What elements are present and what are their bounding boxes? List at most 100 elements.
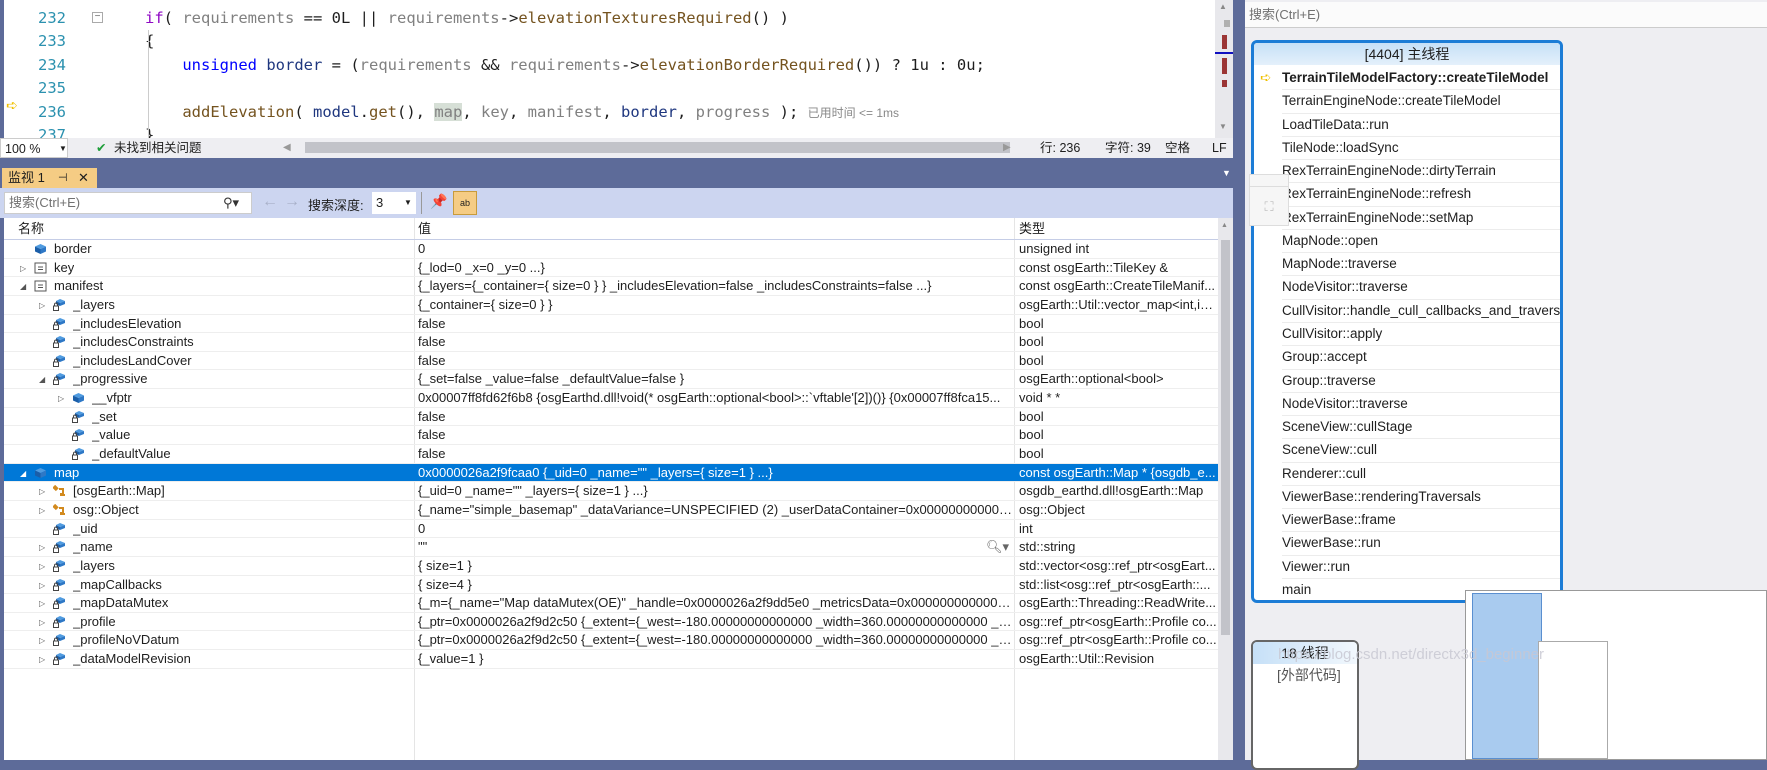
fit-view-icon[interactable]: ⛶ — [1249, 186, 1289, 226]
search-icon[interactable]: ⚲▾ — [223, 193, 239, 213]
code-line[interactable]: 231 — [0, 0, 1215, 6]
forward-arrow-icon[interactable]: → — [284, 193, 300, 211]
expand-arrow-icon[interactable]: ▷ — [39, 651, 45, 669]
watch-row[interactable]: ▷ _layers {_container={ size=0 } } osgEarth… — [4, 296, 1218, 315]
row-value[interactable]: {_set=false _value=false _defaultValue=f… — [418, 370, 1014, 388]
stack-frame[interactable]: RexTerrainEngineNode::dirtyTerrain — [1282, 160, 1560, 184]
eol-indicator[interactable]: LF — [1212, 138, 1227, 158]
pin-filter-icon[interactable]: 📌 — [430, 193, 447, 210]
back-arrow-icon[interactable]: ← — [262, 193, 278, 211]
row-value[interactable]: {_lod=0 _x=0 _y=0 ...} — [418, 259, 1014, 277]
text-visualizer-icon[interactable]: 🔍︎▾ — [986, 538, 1009, 556]
row-value[interactable]: {_container={ size=0 } } — [418, 296, 1014, 314]
close-icon[interactable]: ✕ — [78, 168, 89, 188]
collapse-arrow-icon[interactable]: ◢ — [20, 278, 26, 296]
stack-frame[interactable]: Group::accept — [1282, 346, 1560, 370]
row-name[interactable]: _includesLandCover — [73, 352, 192, 370]
watch-row[interactable]: _defaultValue false bool — [4, 445, 1218, 464]
stack-frame[interactable]: Viewer::run — [1282, 556, 1560, 579]
zoom-dropdown[interactable]: 100 % ▼ — [0, 138, 68, 158]
line-indicator[interactable]: 行: 236 — [1040, 138, 1080, 158]
row-name[interactable]: _includesConstraints — [73, 333, 194, 351]
row-name[interactable]: _includesElevation — [73, 315, 181, 333]
minimap-thumbnail[interactable] — [1465, 590, 1767, 760]
watch-row[interactable]: _includesElevation false bool — [4, 315, 1218, 334]
row-name[interactable]: _defaultValue — [92, 445, 171, 463]
indent-indicator[interactable]: 空格 — [1165, 138, 1190, 158]
row-name[interactable]: _progressive — [73, 370, 147, 388]
row-value[interactable]: false — [418, 352, 1014, 370]
stack-frame[interactable]: Group::traverse — [1282, 370, 1560, 393]
watch-vertical-scrollbar[interactable]: ▲ — [1218, 218, 1233, 760]
scrollbar-thumb[interactable] — [1221, 240, 1230, 635]
code-line[interactable]: 232 if( requirements == 0L || requirement… — [0, 7, 1215, 30]
row-value[interactable]: 0x0000026a2f9fcaa0 {_uid=0 _name="" _lay… — [418, 464, 1014, 482]
row-name[interactable]: _profileNoVDatum — [73, 631, 179, 649]
row-name[interactable]: __vfptr — [92, 389, 132, 407]
stacks-search-input[interactable]: 搜索(Ctrl+E) — [1245, 2, 1767, 28]
watch-row[interactable]: ▷ key {_lod=0 _x=0 _y=0 ...} const osgEarth… — [4, 259, 1218, 278]
row-value[interactable]: false — [418, 408, 1014, 426]
stack-frame[interactable]: ViewerBase::renderingTraversals — [1282, 486, 1560, 510]
row-name[interactable]: _mapDataMutex — [73, 594, 168, 612]
panel-divider[interactable] — [1233, 0, 1245, 760]
row-value[interactable]: {_name="simple_basemap" _dataVariance=UN… — [418, 501, 1014, 519]
row-name[interactable]: [osgEarth::Map] — [73, 482, 165, 500]
watch-row[interactable]: ▷ _dataModelRevision {_value=1 } osgEarth::… — [4, 650, 1218, 669]
stack-frame[interactable]: MapNode::traverse — [1282, 253, 1560, 277]
stack-frame[interactable]: SceneView::cull — [1282, 439, 1560, 463]
watch-row[interactable]: ▷ _name "" 🔍︎▾ std::string — [4, 538, 1218, 557]
stack-frame[interactable]: TileNode::loadSync — [1282, 137, 1560, 161]
row-name[interactable]: _mapCallbacks — [73, 576, 162, 594]
watch-row[interactable]: _set false bool — [4, 408, 1218, 427]
stack-frame[interactable]: RexTerrainEngineNode::setMap — [1282, 207, 1560, 230]
expand-arrow-icon[interactable]: ▷ — [39, 502, 45, 520]
expand-arrow-icon[interactable]: ▷ — [39, 614, 45, 632]
row-value[interactable]: {_uid=0 _name="" _layers={ size=1 } ...} — [418, 482, 1014, 500]
watch-row[interactable]: ▷ __vfptr 0x00007ff8fd62f6b8 {osgEarthd.dl… — [4, 389, 1218, 408]
thread-stack-box[interactable]: [4404] 主线程 ➪ TerrainTileModelFactory::cre… — [1251, 40, 1563, 603]
search-depth-dropdown[interactable]: 3 ▼ — [372, 192, 416, 214]
column-header-name[interactable]: 名称 — [18, 218, 44, 240]
hex-display-toggle-icon[interactable]: ab — [453, 191, 477, 215]
stack-frame[interactable]: NodeVisitor::traverse — [1282, 393, 1560, 417]
row-value[interactable]: 0x00007ff8fd62f6b8 {osgEarthd.dll!void(*… — [418, 389, 1014, 407]
column-header-type[interactable]: 类型 — [1019, 218, 1045, 240]
tab-watch-1[interactable]: 监视 1 ⊣ ✕ — [2, 168, 97, 188]
scroll-right-icon[interactable]: ▶ — [1003, 138, 1011, 158]
char-indicator[interactable]: 字符: 39 — [1105, 138, 1151, 158]
stack-frame[interactable]: RexTerrainEngineNode::refresh — [1282, 183, 1560, 207]
expand-arrow-icon[interactable]: ▷ — [58, 390, 64, 408]
row-value[interactable]: { size=4 } — [418, 576, 1014, 594]
row-value[interactable]: {_layers={_container={ size=0 } } _inclu… — [418, 277, 1014, 295]
row-value[interactable]: {_ptr=0x0000026a2f9d2c50 {_extent={_west… — [418, 631, 1014, 649]
expand-arrow-icon[interactable]: ▷ — [39, 595, 45, 613]
watch-row[interactable]: ▷ _profile {_ptr=0x0000026a2f9d2c50 {_exte… — [4, 613, 1218, 632]
expand-arrow-icon[interactable]: ▷ — [39, 483, 45, 501]
row-value[interactable]: "" — [418, 538, 1014, 556]
row-name[interactable]: _set — [92, 408, 117, 426]
editor-horizontal-scrollbar[interactable] — [305, 142, 1010, 153]
row-name[interactable]: _layers — [73, 296, 115, 314]
stack-frame[interactable]: TerrainEngineNode::createTileModel — [1282, 90, 1560, 114]
watch-row[interactable]: ◢ manifest {_layers={_container={ size=0 }… — [4, 277, 1218, 296]
row-name[interactable]: _layers — [73, 557, 115, 575]
watch-row[interactable]: _includesConstraints false bool — [4, 333, 1218, 352]
stack-frame[interactable]: MapNode::open — [1282, 230, 1560, 254]
row-name[interactable]: _dataModelRevision — [73, 650, 191, 668]
expand-arrow-icon[interactable]: ▷ — [39, 577, 45, 595]
row-name[interactable]: _value — [92, 426, 130, 444]
watch-row[interactable]: border 0 unsigned int — [4, 240, 1218, 259]
watch-row[interactable]: ▷ _profileNoVDatum {_ptr=0x0000026a2f9d2c5… — [4, 631, 1218, 651]
row-value[interactable]: false — [418, 333, 1014, 351]
row-value[interactable]: { size=1 } — [418, 557, 1014, 575]
watch-row[interactable]: ▷ _layers { size=1 } std::vector<osg::ref_p… — [4, 557, 1218, 576]
row-value[interactable]: 0 — [418, 520, 1014, 538]
collapse-arrow-icon[interactable]: ◢ — [39, 371, 45, 389]
expand-arrow-icon[interactable]: ▷ — [39, 632, 45, 650]
watch-row[interactable]: ▷ osg::Object {_name="simple_basemap" _dat… — [4, 501, 1218, 520]
code-line[interactable]: 236 addElevation( model.get(), map, key,… — [0, 101, 1215, 124]
stack-frame[interactable]: ViewerBase::frame — [1282, 509, 1560, 533]
watch-row[interactable]: ▷ [osgEarth::Map] {_uid=0 _name="" _layers… — [4, 482, 1218, 501]
expand-arrow-icon[interactable]: ▷ — [39, 297, 45, 315]
